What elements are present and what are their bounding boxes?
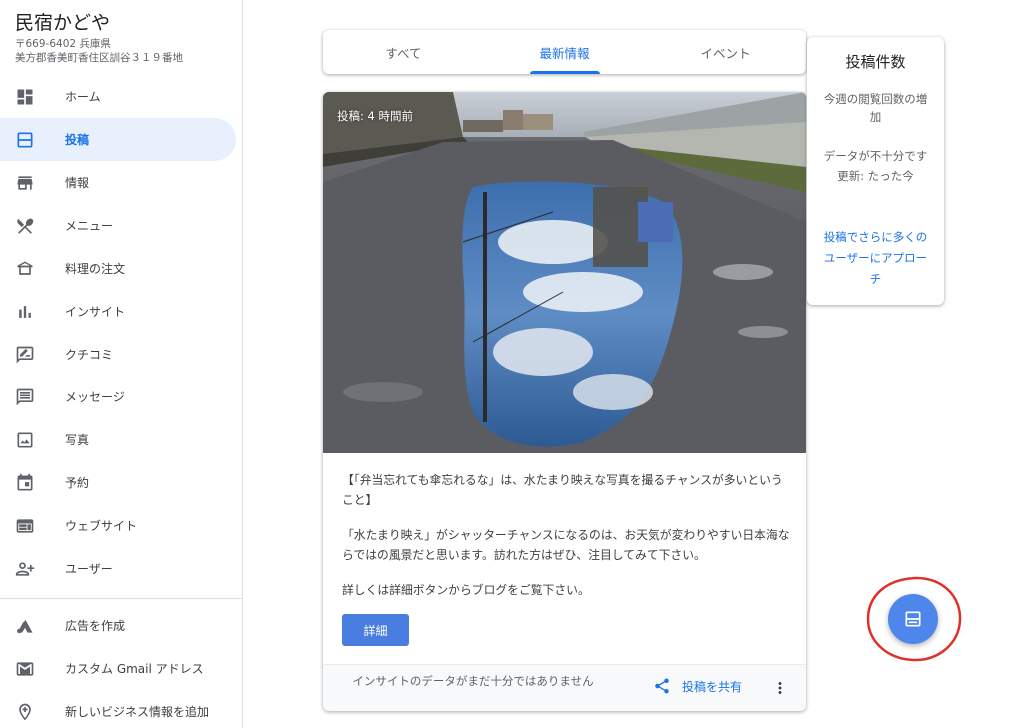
calendar-icon	[15, 473, 35, 493]
sidebar-item-label: ホーム	[65, 90, 101, 104]
more-options-button[interactable]	[771, 678, 789, 698]
stats-insufficient-data: データが不十分です	[823, 149, 928, 163]
sidebar-item-bookings[interactable]: 予約	[0, 461, 236, 504]
sidebar-item-info[interactable]: 情報	[0, 161, 236, 204]
post-paragraph: 詳しくは詳細ボタンからブログをご覧下さい。	[342, 583, 590, 597]
share-label: 投稿を共有	[682, 679, 743, 694]
detail-button[interactable]: 詳細	[342, 614, 409, 646]
utensils-icon	[15, 216, 35, 236]
sidebar-item-label: ウェブサイト	[65, 519, 138, 533]
stats-message: データが不十分です 更新: たった今	[819, 146, 932, 186]
sidebar-item-label: メッセージ	[65, 390, 125, 404]
sidebar-item-label: メニュー	[65, 219, 114, 233]
post-card: 投稿: 4 時間前 【「弁当忘れても傘忘れるな」は、水たまり映えな写真を撮るチャ…	[323, 92, 806, 711]
website-icon	[15, 516, 35, 536]
sidebar-item-label: 予約	[65, 476, 90, 490]
post-paragraph: 【「弁当忘れても傘忘れるな」は、水たまり映えな写真を撮るチャンスが多いということ…	[342, 473, 783, 507]
tab-events[interactable]: イベント	[645, 30, 806, 74]
stats-title: 投稿件数	[845, 53, 906, 71]
sidebar-item-label: 写真	[65, 433, 90, 447]
sidebar: 民宿かどや 〒669-6402 兵庫県 美方郡香美町香住区訓谷３１９番地 ホーム…	[0, 0, 243, 728]
bar-chart-icon	[15, 302, 35, 322]
sidebar-item-users[interactable]: ユーザー	[0, 547, 236, 590]
sidebar-item-label: 広告を作成	[65, 619, 126, 633]
address-line-1: 〒669-6402 兵庫県	[15, 38, 111, 50]
post-paragraph: 「水たまり映え」がシャッターチャンスになるのは、お天気が変わりやすい日本海ならで…	[342, 528, 790, 562]
post-photo: 投稿: 4 時間前	[323, 92, 806, 453]
sidebar-item-gmail[interactable]: カスタム Gmail アドレス	[0, 647, 236, 690]
review-icon	[15, 345, 35, 365]
post-stats-card: 投稿件数 今週の閲覧回数の増加 データが不十分です 更新: たった今 投稿でさら…	[807, 37, 944, 305]
sidebar-item-food-order[interactable]: 料理の注文	[0, 247, 236, 290]
sidebar-item-label: 料理の注文	[65, 262, 126, 276]
post-icon	[15, 130, 35, 150]
business-address: 〒669-6402 兵庫県 美方郡香美町香住区訓谷３１９番地	[15, 37, 240, 65]
insights-note: インサイトのデータがまだ十分ではありません	[352, 674, 594, 688]
post-time-label: 投稿: 4 時間前	[337, 109, 414, 123]
business-name: 民宿かどや	[15, 12, 111, 34]
share-icon	[655, 678, 669, 694]
add-location-icon	[15, 702, 35, 722]
stats-subtitle: 今週の閲覧回数の増加	[823, 92, 928, 124]
stats-updated: 更新: たった今	[837, 169, 914, 183]
share-post-button[interactable]: 投稿を共有	[653, 677, 742, 695]
sidebar-item-reviews[interactable]: クチコミ	[0, 333, 236, 376]
sidebar-item-messages[interactable]: メッセージ	[0, 375, 236, 418]
sidebar-item-posts[interactable]: 投稿	[0, 118, 236, 161]
tab-latest[interactable]: 最新情報	[484, 30, 645, 74]
sidebar-item-menu[interactable]: メニュー	[0, 204, 236, 247]
ads-icon	[15, 616, 35, 636]
stats-reach-link[interactable]: 投稿でさらに多くのユーザーにアプローチ	[819, 227, 932, 290]
gmail-icon	[15, 659, 35, 679]
post-footer: インサイトのデータがまだ十分ではありません 投稿を共有	[323, 664, 806, 711]
more-vert-icon	[778, 682, 782, 694]
tab-all[interactable]: すべて	[323, 30, 484, 74]
sidebar-item-website[interactable]: ウェブサイト	[0, 504, 236, 547]
sidebar-divider	[0, 598, 243, 599]
sidebar-item-label: 投稿	[65, 133, 90, 147]
sidebar-item-label: 新しいビジネス情報を追加	[65, 705, 210, 719]
sidebar-item-create-ad[interactable]: 広告を作成	[0, 604, 236, 647]
address-line-2: 美方郡香美町香住区訓谷３１９番地	[15, 52, 183, 64]
message-icon	[15, 387, 35, 407]
add-user-icon	[15, 559, 35, 579]
post-icon	[905, 611, 921, 627]
sidebar-item-add-business[interactable]: 新しいビジネス情報を追加	[0, 690, 236, 728]
sidebar-item-home[interactable]: ホーム	[0, 75, 236, 118]
create-post-fab[interactable]	[888, 594, 938, 644]
sidebar-item-label: クチコミ	[65, 348, 114, 362]
post-body: 【「弁当忘れても傘忘れるな」は、水たまり映えな写真を撮るチャンスが多いということ…	[342, 470, 792, 615]
sidebar-item-label: インサイト	[65, 305, 126, 319]
puddle-photo-image	[323, 92, 806, 453]
photo-icon	[15, 430, 35, 450]
store-icon	[15, 173, 35, 193]
dashboard-icon	[15, 87, 35, 107]
sidebar-item-photos[interactable]: 写真	[0, 418, 236, 461]
post-tabs: すべて 最新情報 イベント	[323, 30, 806, 74]
sidebar-item-label: 情報	[65, 176, 90, 190]
sidebar-item-label: ユーザー	[65, 562, 113, 576]
sidebar-item-insights[interactable]: インサイト	[0, 290, 236, 333]
food-order-icon	[15, 259, 35, 279]
sidebar-item-label: カスタム Gmail アドレス	[65, 662, 204, 676]
